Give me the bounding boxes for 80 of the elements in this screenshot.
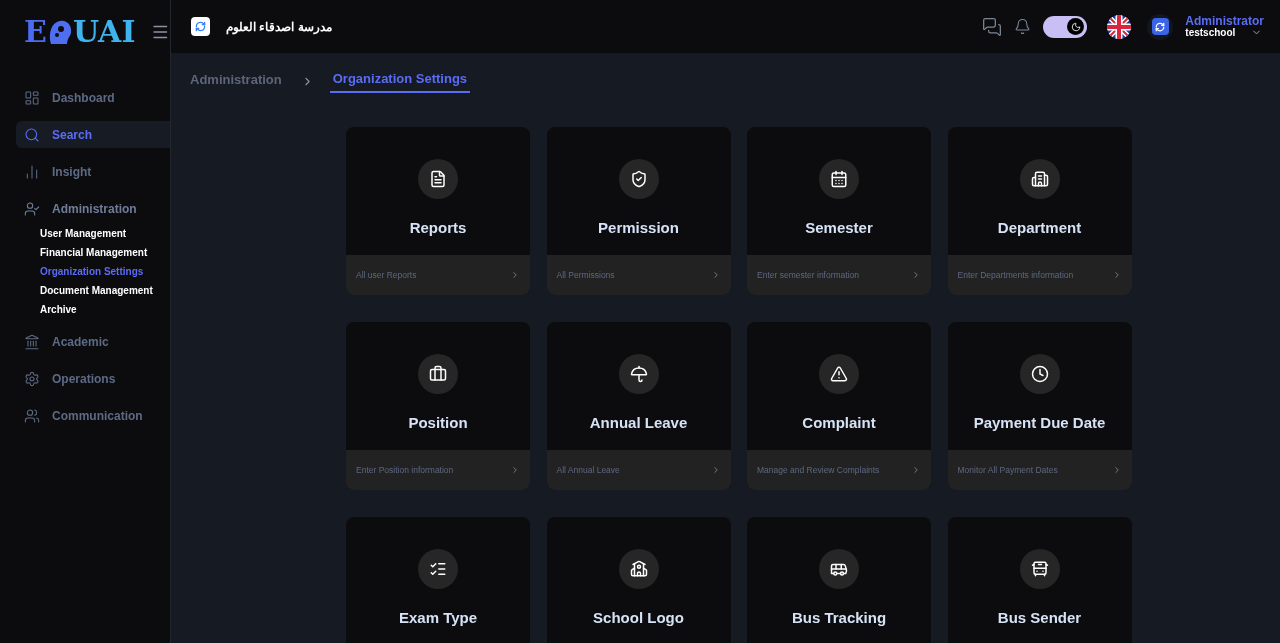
settings-card[interactable]: Permission All Permissions bbox=[546, 127, 731, 295]
card-title: Reports bbox=[409, 218, 467, 238]
calendar-icon bbox=[819, 159, 859, 199]
sidebar-item[interactable]: Operations bbox=[16, 365, 170, 392]
user-account: testschool bbox=[1185, 27, 1236, 38]
notification-icon[interactable] bbox=[1014, 18, 1032, 35]
card-title: Department bbox=[997, 218, 1082, 238]
card-title: Payment Due Date bbox=[973, 413, 1106, 433]
settings-card[interactable]: School Logo bbox=[546, 517, 731, 643]
card-title: Annual Leave bbox=[589, 413, 688, 433]
settings-card[interactable]: Semester Enter semester information bbox=[747, 127, 931, 295]
card-title: School Logo bbox=[593, 608, 684, 628]
sidebar-item[interactable]: Communication bbox=[16, 402, 170, 429]
bus-front-icon bbox=[1019, 549, 1060, 589]
submenu-item[interactable]: Archive bbox=[40, 302, 170, 318]
card-title: Semester bbox=[805, 218, 873, 238]
sidebar-item[interactable]: Search bbox=[16, 121, 170, 148]
logo-text: E bbox=[24, 17, 47, 47]
settings-card[interactable]: Position Enter Position information bbox=[346, 322, 530, 490]
building-icon bbox=[1019, 159, 1060, 199]
settings-icon bbox=[24, 370, 40, 387]
school-logo-icon bbox=[191, 17, 210, 36]
theme-toggle[interactable] bbox=[1043, 15, 1088, 38]
settings-card[interactable]: Bus Sender bbox=[947, 517, 1132, 643]
card-description: Enter semester information bbox=[757, 268, 860, 282]
card-title: Permission bbox=[598, 218, 679, 238]
settings-card[interactable]: Annual Leave All Annual Leave bbox=[546, 322, 731, 490]
search-icon bbox=[24, 126, 40, 143]
chevron-right-icon[interactable] bbox=[911, 465, 921, 475]
shield-check-icon bbox=[618, 159, 659, 199]
card-title: Bus Sender bbox=[997, 608, 1082, 628]
card-title: Exam Type bbox=[398, 608, 478, 628]
sidebar-item[interactable]: Administration bbox=[16, 195, 170, 222]
user-name: Administrator bbox=[1185, 15, 1264, 27]
school-icon bbox=[618, 549, 659, 589]
checklist-icon bbox=[418, 549, 458, 589]
breadcrumb-link[interactable]: Organization Settings bbox=[329, 68, 471, 94]
building-icon bbox=[24, 333, 40, 350]
settings-card[interactable]: Complaint Manage and Review Complaints bbox=[747, 322, 931, 490]
settings-card[interactable]: Reports All user Reports bbox=[346, 127, 530, 295]
users-icon bbox=[24, 407, 40, 424]
user-check-icon bbox=[24, 200, 40, 217]
card-description: Manage and Review Complaints bbox=[757, 463, 880, 477]
chevron-right-icon[interactable] bbox=[510, 465, 520, 475]
card-description: Monitor All Payment Dates bbox=[957, 463, 1058, 477]
dashboard-icon bbox=[24, 89, 40, 106]
submenu-item[interactable]: User Management bbox=[40, 226, 170, 242]
submenu-item[interactable]: Financial Management bbox=[40, 245, 170, 261]
bar-chart-icon bbox=[24, 163, 40, 180]
submenu-item[interactable]: Organization Settings bbox=[40, 264, 170, 280]
card-title: Position bbox=[408, 413, 468, 433]
sidebar-item[interactable]: Insight bbox=[16, 158, 170, 185]
moon-icon bbox=[1070, 21, 1081, 32]
card-description: All Annual Leave bbox=[556, 463, 620, 477]
chevron-right-icon[interactable] bbox=[911, 270, 921, 280]
sidebar-item[interactable]: Academic bbox=[16, 328, 170, 355]
sidebar-item[interactable]: Dashboard bbox=[16, 84, 170, 111]
card-description: All Permissions bbox=[556, 268, 615, 282]
card-description: Enter Position information bbox=[356, 463, 454, 477]
logo-text: UAI bbox=[72, 17, 136, 47]
warning-icon bbox=[819, 354, 859, 394]
flag-icon[interactable] bbox=[1107, 14, 1132, 39]
card-title: Complaint bbox=[802, 413, 876, 433]
settings-card[interactable]: Department Enter Departments information bbox=[947, 127, 1132, 295]
card-description: All user Reports bbox=[356, 268, 417, 282]
avatar[interactable] bbox=[1147, 13, 1174, 40]
settings-card[interactable]: Payment Due Date Monitor All Payment Dates bbox=[947, 322, 1132, 490]
settings-card[interactable]: Bus Tracking bbox=[747, 517, 931, 643]
chevron-right-icon[interactable] bbox=[510, 270, 520, 280]
card-title: Bus Tracking bbox=[791, 608, 887, 628]
briefcase-icon bbox=[418, 354, 458, 394]
submenu-item[interactable]: Document Management bbox=[40, 283, 170, 299]
settings-card[interactable]: Exam Type bbox=[346, 517, 530, 643]
bus-icon bbox=[819, 549, 859, 589]
card-description: Enter Departments information bbox=[957, 268, 1074, 282]
clock-icon bbox=[1019, 354, 1060, 394]
umbrella-icon bbox=[618, 354, 659, 394]
chat-icon[interactable] bbox=[982, 16, 1003, 37]
document-icon bbox=[418, 159, 458, 199]
school-name: مدرسة اصدقاء العلوم bbox=[226, 18, 332, 36]
